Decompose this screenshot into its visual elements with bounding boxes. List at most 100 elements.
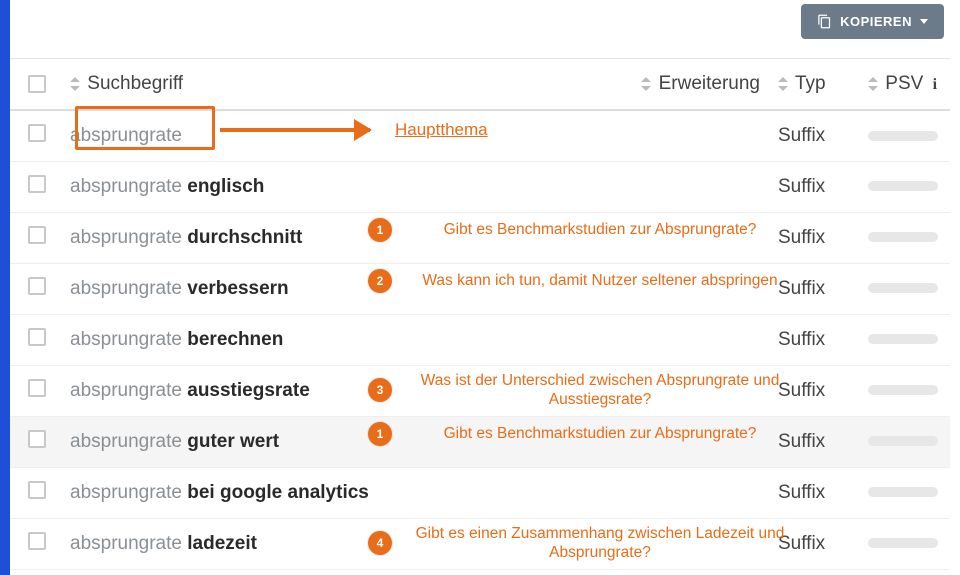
term-extension: guter wert — [187, 431, 279, 452]
term-extension: bei google analytics — [187, 482, 369, 503]
table-row: absprungrate berechnenSuffix — [10, 314, 950, 365]
table-row: absprungrate bei google analyticsSuffix — [10, 467, 950, 518]
psv-bar — [868, 385, 938, 395]
term-cell: absprungrate durchschnitt — [64, 212, 772, 263]
term-cell: absprungrate berechnen — [64, 314, 772, 365]
header-psv-label: PSV — [885, 73, 923, 94]
term-cell: absprungrate guter wert — [64, 416, 772, 467]
topbar: KOPIEREN — [10, 0, 950, 58]
row-checkbox-cell — [10, 518, 64, 569]
type-cell: Suffix — [772, 365, 862, 416]
row-checkbox[interactable] — [28, 226, 46, 244]
header-term-label: Suchbegriff — [87, 73, 183, 94]
psv-bar — [868, 131, 938, 141]
term-cell: absprungrate verbessern — [64, 263, 772, 314]
type-cell: Suffix — [772, 518, 862, 569]
row-checkbox[interactable] — [28, 175, 46, 193]
copy-icon — [817, 14, 832, 29]
table-row: absprungrate englischSuffix — [10, 161, 950, 212]
term-extension: verbessern — [187, 278, 288, 299]
psv-bar — [868, 487, 938, 497]
row-checkbox-cell — [10, 467, 64, 518]
term-cell: absprungrate bei google analytics — [64, 467, 772, 518]
psv-cell — [862, 263, 950, 314]
term-cell: absprungrate englisch — [64, 161, 772, 212]
header-type[interactable]: Typ — [772, 59, 862, 111]
header-type-label: Typ — [795, 73, 826, 94]
psv-cell — [862, 416, 950, 467]
term-base: absprungrate — [70, 533, 182, 554]
keyword-table: Suchbegriff Erweiterung Typ PSV i — [10, 58, 950, 570]
row-checkbox[interactable] — [28, 532, 46, 550]
type-cell: Suffix — [772, 161, 862, 212]
row-checkbox-cell — [10, 365, 64, 416]
psv-bar — [868, 538, 938, 548]
type-cell: Suffix — [772, 212, 862, 263]
row-checkbox[interactable] — [28, 430, 46, 448]
table-row: absprungrate guter wertSuffix — [10, 416, 950, 467]
psv-bar — [868, 436, 938, 446]
row-checkbox-cell — [10, 416, 64, 467]
type-cell: Suffix — [772, 110, 862, 161]
sort-icon — [641, 77, 651, 91]
psv-bar — [868, 283, 938, 293]
sort-icon — [778, 77, 788, 91]
table-row: absprungrate verbessernSuffix — [10, 263, 950, 314]
table-row: absprungrate durchschnittSuffix — [10, 212, 950, 263]
sort-icon — [70, 77, 80, 91]
term-extension: ladezeit — [187, 533, 257, 554]
term-base: absprungrate — [70, 482, 182, 503]
chevron-down-icon — [920, 19, 928, 24]
term-base: absprungrate — [70, 176, 182, 197]
term-extension: englisch — [187, 176, 264, 197]
psv-bar — [868, 181, 938, 191]
table-row: absprungrate ladezeitSuffix — [10, 518, 950, 569]
psv-cell — [862, 365, 950, 416]
term-base: absprungrate — [70, 278, 182, 299]
psv-cell — [862, 212, 950, 263]
row-checkbox-cell — [10, 110, 64, 161]
select-all-checkbox[interactable] — [28, 75, 46, 93]
copy-button-label: KOPIEREN — [840, 14, 912, 29]
psv-bar — [868, 232, 938, 242]
term-base: absprungrate — [70, 227, 182, 248]
term-cell: absprungrate ausstiegsrate — [64, 365, 772, 416]
copy-button[interactable]: KOPIEREN — [801, 4, 944, 39]
row-checkbox[interactable] — [28, 124, 46, 142]
term-extension: ausstiegsrate — [187, 380, 310, 401]
sort-icon — [868, 77, 878, 91]
row-checkbox[interactable] — [28, 277, 46, 295]
psv-cell — [862, 110, 950, 161]
header-extension-label: Erweiterung — [659, 73, 760, 94]
header-psv[interactable]: PSV i — [862, 59, 950, 111]
term-cell: absprungrate ladezeit — [64, 518, 772, 569]
type-cell: Suffix — [772, 314, 862, 365]
term-base: absprungrate — [70, 125, 182, 146]
type-cell: Suffix — [772, 263, 862, 314]
term-base: absprungrate — [70, 431, 182, 452]
type-cell: Suffix — [772, 416, 862, 467]
psv-cell — [862, 161, 950, 212]
page-root: KOPIEREN Suchbegriff Er — [0, 0, 960, 575]
term-extension: durchschnitt — [187, 227, 302, 248]
psv-cell — [862, 314, 950, 365]
row-checkbox-cell — [10, 212, 64, 263]
psv-bar — [868, 334, 938, 344]
row-checkbox[interactable] — [28, 379, 46, 397]
row-checkbox[interactable] — [28, 481, 46, 499]
header-term[interactable]: Suchbegriff Erweiterung — [64, 59, 772, 111]
psv-cell — [862, 518, 950, 569]
info-icon[interactable]: i — [933, 76, 937, 94]
term-base: absprungrate — [70, 329, 182, 350]
psv-cell — [862, 467, 950, 518]
table-row: absprungrate Suffix — [10, 110, 950, 161]
term-cell: absprungrate — [64, 110, 772, 161]
row-checkbox-cell — [10, 161, 64, 212]
term-base: absprungrate — [70, 380, 182, 401]
row-checkbox[interactable] — [28, 328, 46, 346]
header-checkbox-cell — [10, 59, 64, 111]
term-extension: berechnen — [187, 329, 283, 350]
row-checkbox-cell — [10, 314, 64, 365]
row-checkbox-cell — [10, 263, 64, 314]
table-row: absprungrate ausstiegsrateSuffix — [10, 365, 950, 416]
